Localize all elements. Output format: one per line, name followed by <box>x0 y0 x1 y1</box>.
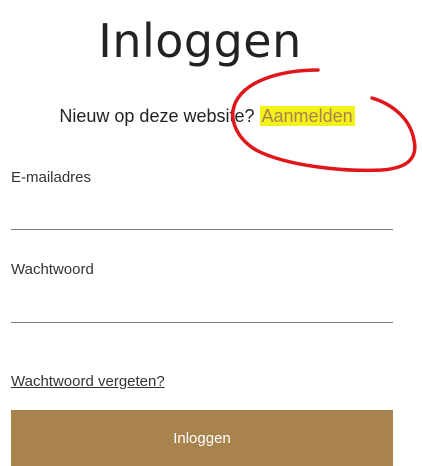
forgot-password-link[interactable]: Wachtwoord vergeten? <box>11 372 165 392</box>
signup-prompt: Nieuw op deze website? Aanmelden <box>0 104 414 128</box>
login-button[interactable]: Inloggen <box>11 410 393 466</box>
signup-prompt-text: Nieuw op deze website? <box>59 106 255 126</box>
email-label: E-mailadres <box>11 169 92 186</box>
page-title: Inloggen <box>98 14 302 68</box>
email-field[interactable] <box>11 199 393 230</box>
password-label: Wachtwoord <box>11 261 94 278</box>
signup-link[interactable]: Aanmelden <box>259 106 355 126</box>
password-field[interactable] <box>11 292 393 323</box>
